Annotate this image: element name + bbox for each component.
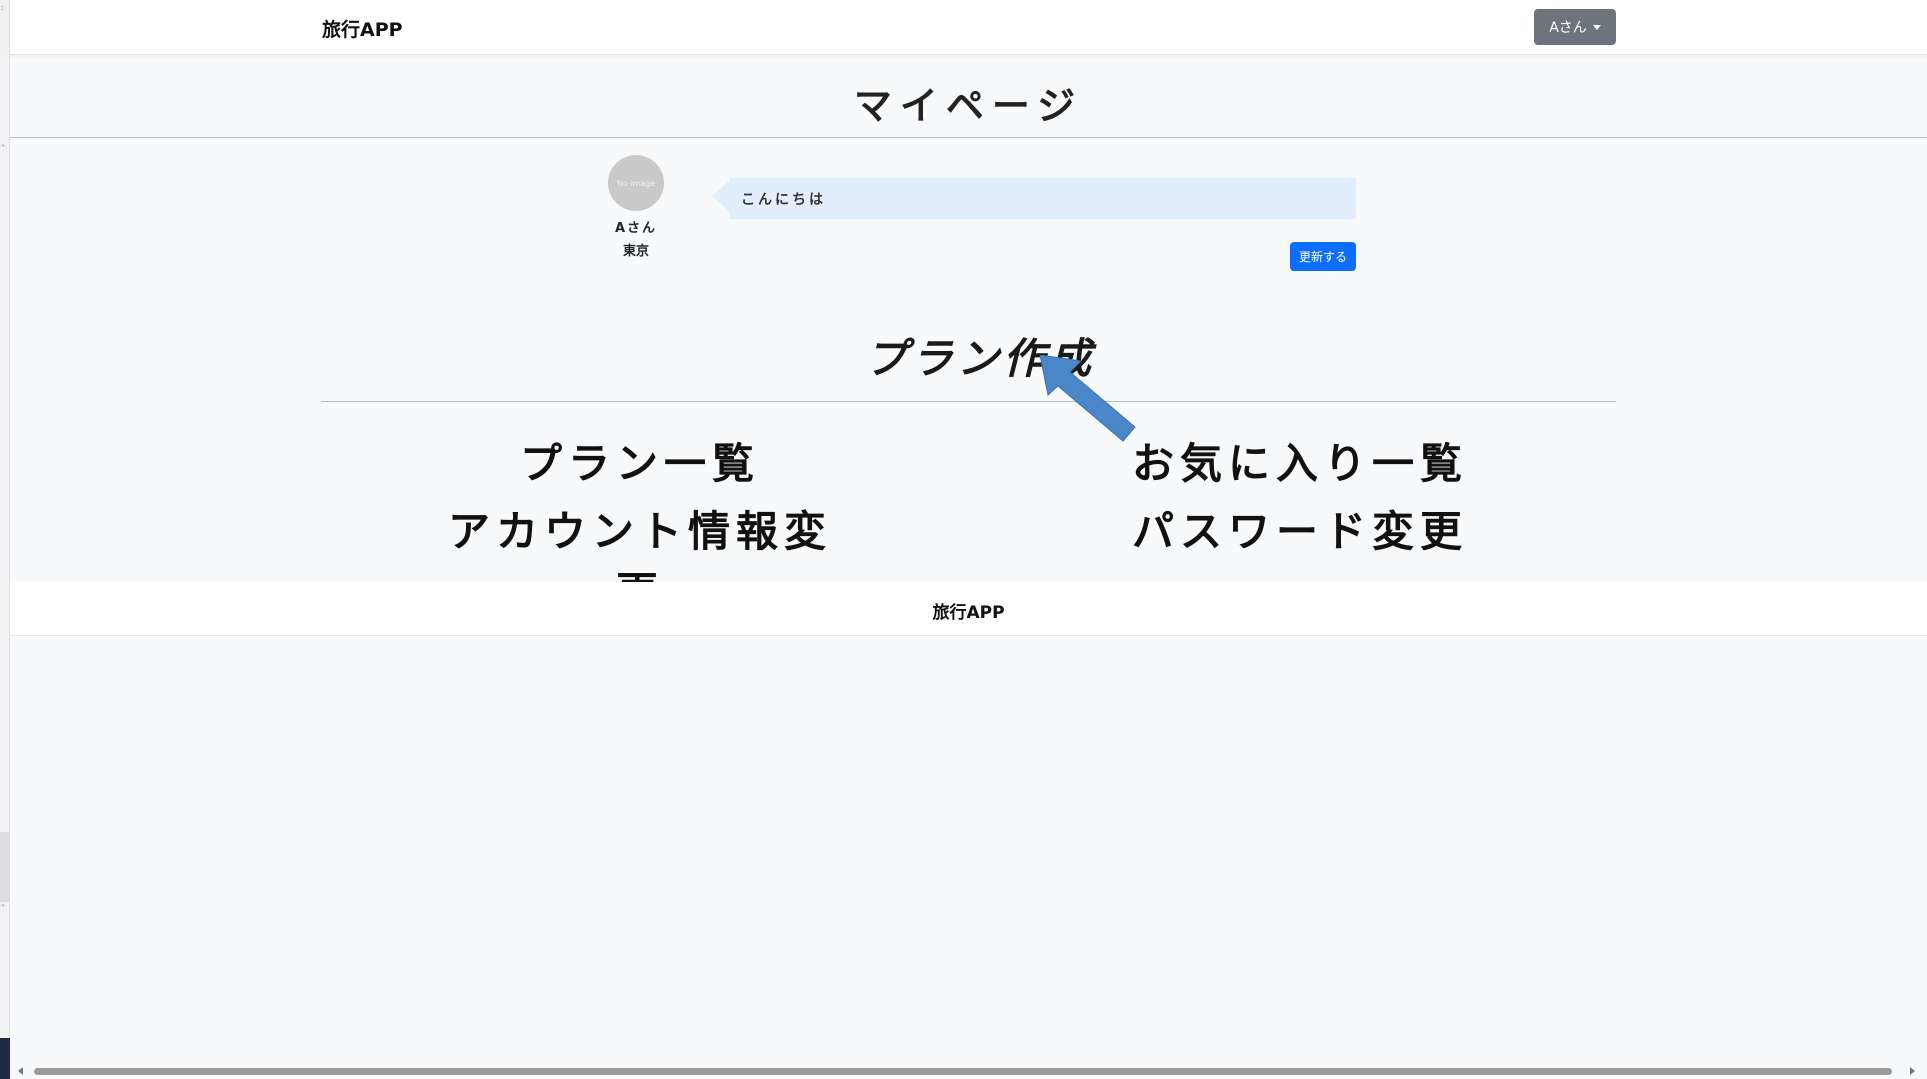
footer: 旅行APP <box>10 582 1927 636</box>
edge-dark-block <box>0 1038 10 1079</box>
navbar-brand[interactable]: 旅行APP <box>322 15 403 42</box>
update-button[interactable]: 更新する <box>1290 242 1356 271</box>
edge-marker: : <box>1 3 4 12</box>
scroll-left-icon[interactable] <box>18 1067 23 1075</box>
user-location: 東京 <box>622 244 649 259</box>
speech-bubble-tail <box>712 181 729 211</box>
horizontal-scrollbar[interactable] <box>10 1064 1927 1079</box>
edge-marker: ˅ <box>1 904 5 913</box>
favorites-list-link[interactable]: お気に入り一覧 <box>1100 430 1500 491</box>
scroll-right-icon[interactable] <box>1910 1067 1915 1075</box>
horizontal-scroll-thumb[interactable] <box>34 1068 1892 1075</box>
user-menu-button[interactable]: Aさん <box>1534 9 1616 45</box>
avatar: No image <box>608 155 664 211</box>
vertical-scroll-thumb[interactable] <box>0 832 10 902</box>
page-header: マイページ <box>10 55 1927 138</box>
page-title: マイページ <box>853 84 1084 128</box>
avatar-placeholder-text: No image <box>616 178 656 188</box>
window-edge-strip: : ˄ ˅ <box>0 0 10 1079</box>
caret-down-icon <box>1592 24 1601 30</box>
edge-marker: ˄ <box>1 144 5 153</box>
navbar: 旅行APP Aさん <box>10 0 1927 55</box>
profile-message-bubble: こんにちは <box>729 178 1356 219</box>
plan-list-link[interactable]: プラン一覧 <box>440 430 840 491</box>
user-menu-label: Aさん <box>1549 20 1587 36</box>
user-name: Aさん <box>614 221 658 236</box>
footer-brand: 旅行APP <box>932 603 1005 623</box>
section-divider <box>321 401 1616 402</box>
password-edit-link[interactable]: パスワード変更 <box>1100 498 1500 559</box>
